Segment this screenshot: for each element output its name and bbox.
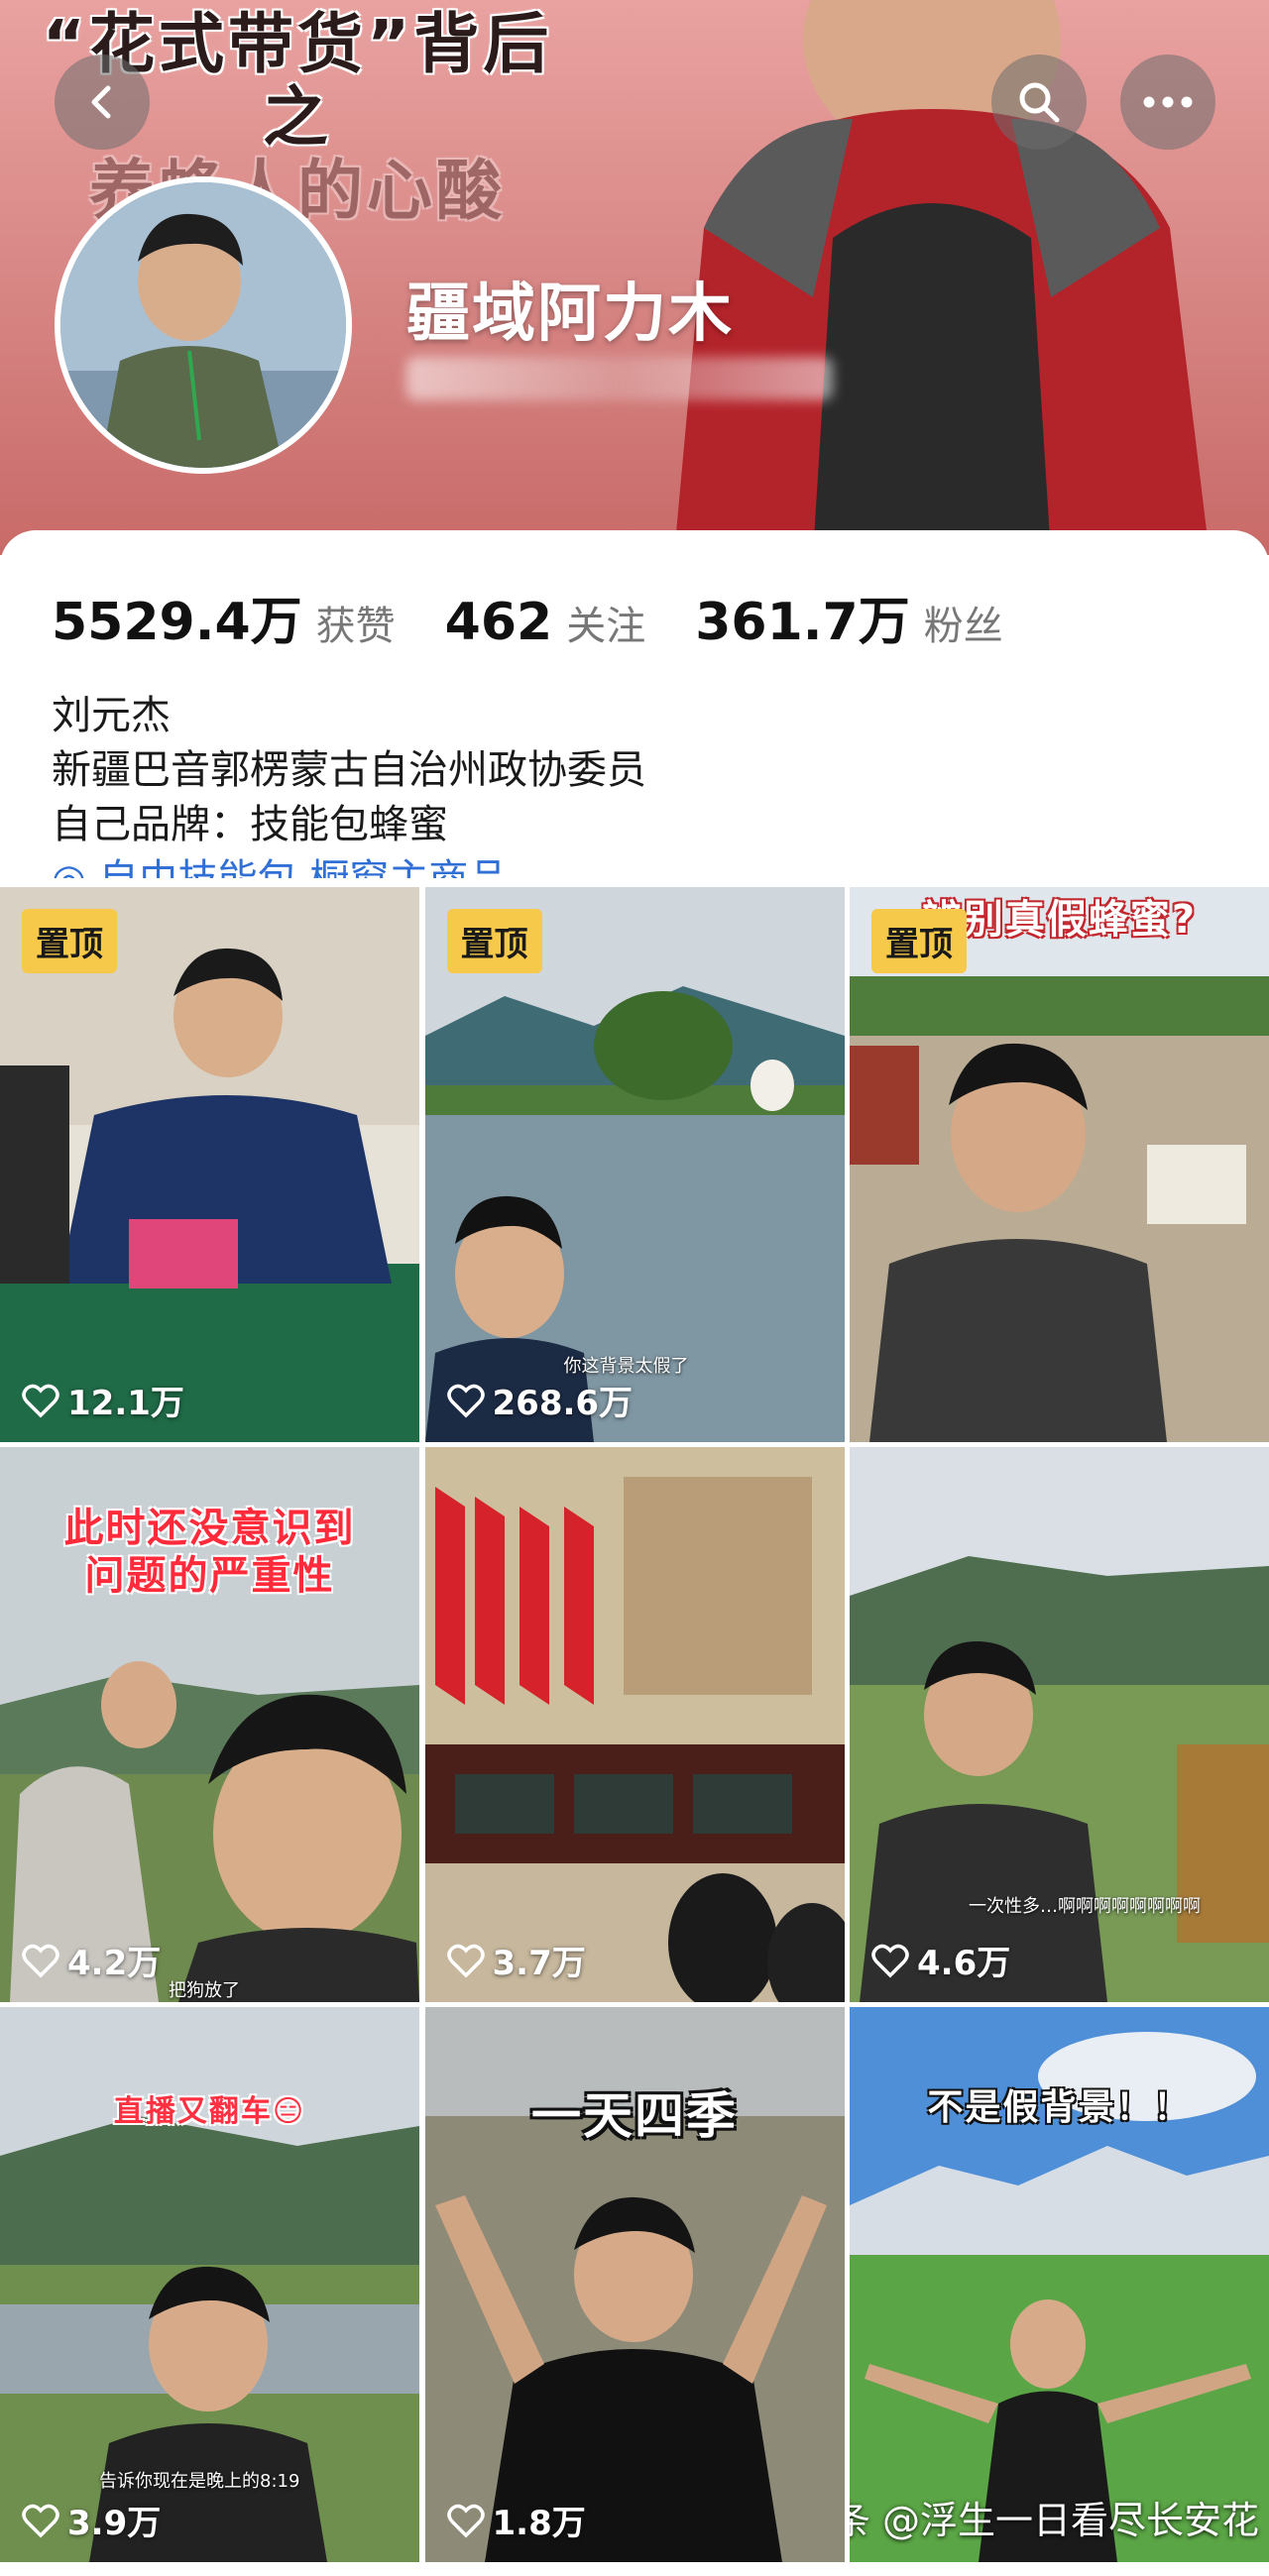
stat-followers[interactable]: 361.7万 粉丝: [695, 580, 1002, 654]
source-watermark: 头条 @浮生一日看尽长安花: [850, 2499, 1259, 2542]
pinned-badge: 置顶: [22, 909, 117, 973]
profile-info-card: 5529.4万 获赞 462 关注 361.7万 粉丝 刘元杰 新疆巴音郭楞蒙古…: [0, 530, 1269, 887]
like-count: 3.7万: [446, 1936, 586, 1984]
blurred-account-id: [406, 357, 833, 400]
more-options-button[interactable]: [1120, 55, 1215, 150]
video-subtitle: 把狗放了: [169, 1980, 240, 2001]
like-count: 3.9万: [22, 2496, 161, 2544]
video-thumbnail[interactable]: 直播又翻车😑 告诉你现在是晚上的8:19 3.9万: [0, 2007, 419, 2562]
avatar[interactable]: [55, 176, 352, 474]
stat-likes[interactable]: 5529.4万 获赞: [52, 580, 396, 654]
pinned-badge: 置顶: [871, 909, 967, 973]
bio-title: 新疆巴音郭楞蒙古自治州政协委员: [52, 747, 646, 793]
more-dots-icon: [1143, 96, 1193, 108]
video-thumbnail[interactable]: 置顶 你这背景太假了 268.6万: [424, 887, 845, 1442]
heart-icon: [871, 1944, 909, 1977]
bio-real-name: 刘元杰: [52, 693, 171, 738]
stat-likes-label: 获赞: [315, 604, 396, 649]
video-thumbnail[interactable]: 3.7万: [424, 1447, 845, 2002]
display-name: 疆域阿力木: [406, 278, 734, 351]
search-button[interactable]: [991, 55, 1087, 150]
heart-icon: [22, 1384, 59, 1417]
heart-icon: [22, 2504, 59, 2537]
bio-shop-link-cutoff[interactable]: ◎ 自由技能包 橱窗主商品: [52, 852, 646, 878]
back-button[interactable]: [55, 55, 150, 150]
video-thumbnail[interactable]: 一天四季 1.8万: [424, 2007, 845, 2562]
video-scene-conference: [424, 1447, 845, 2002]
video-scene-bees: [850, 1447, 1269, 2002]
video-title-overlay: 直播又翻车😑: [113, 2094, 306, 2129]
heart-icon: [446, 1384, 485, 1417]
video-title-overlay: 不是假背景！！: [927, 2087, 1192, 2128]
video-thumbnail[interactable]: 一次性多…啊啊啊啊啊啊啊啊 4.6万: [850, 1447, 1269, 2002]
video-thumbnail[interactable]: 不是假背景！！ 头条 @浮生一日看尽长安花: [850, 2007, 1269, 2562]
profile-banner: “花式带货”背后 之 养蜂人的心酸 疆域阿力木: [0, 0, 1269, 555]
video-subtitle: 你这背景太假了: [563, 1356, 689, 1377]
video-title-overlay: 一天四季: [531, 2087, 738, 2145]
stat-following[interactable]: 462 关注: [445, 593, 646, 652]
heart-icon: [446, 2504, 485, 2537]
video-thumbnail[interactable]: 置顶 12.1万: [0, 887, 419, 1442]
video-title-overlay: 此时还没意识到 问题的严重性: [63, 1506, 356, 1599]
stat-likes-count: 5529.4万: [52, 593, 302, 652]
profile-bio: 刘元杰 新疆巴音郭楞蒙古自治州政协委员 自己品牌：技能包蜂蜜 ◎ 自由技能包 橱…: [52, 689, 646, 878]
like-count: 1.8万: [446, 2496, 586, 2544]
search-icon: [1019, 82, 1060, 123]
stat-following-label: 关注: [566, 604, 646, 649]
pinned-badge: 置顶: [446, 909, 542, 973]
profile-stats: 5529.4万 获赞 462 关注 361.7万 粉丝: [52, 580, 1053, 654]
like-count: 4.2万: [22, 1936, 161, 1984]
like-count: 12.1万: [22, 1376, 184, 1424]
video-thumbnail[interactable]: 辨别真假蜂蜜? 置顶: [850, 887, 1269, 1442]
like-count: 268.6万: [446, 1376, 633, 1424]
like-count: 4.6万: [871, 1936, 1010, 1984]
stat-followers-count: 361.7万: [695, 593, 910, 652]
stat-followers-label: 粉丝: [923, 604, 1003, 649]
heart-icon: [446, 1944, 485, 1977]
stat-following-count: 462: [444, 593, 553, 652]
heart-icon: [22, 1944, 59, 1977]
chevron-left-icon: [91, 85, 111, 119]
video-thumbnail[interactable]: 此时还没意识到 问题的严重性 把狗放了 4.2万: [0, 1447, 419, 2002]
avatar-image: [60, 182, 346, 468]
video-subtitle: 一次性多…啊啊啊啊啊啊啊啊: [969, 1896, 1201, 1917]
video-subtitle: 告诉你现在是晚上的8:19: [99, 2471, 300, 2492]
video-grid: 置顶 12.1万 置顶 你这背景太假了 268.6万 辨别真假蜂蜜? 置顶 此时…: [0, 887, 1269, 2576]
bio-brand: 自己品牌：技能包蜂蜜: [52, 802, 448, 847]
